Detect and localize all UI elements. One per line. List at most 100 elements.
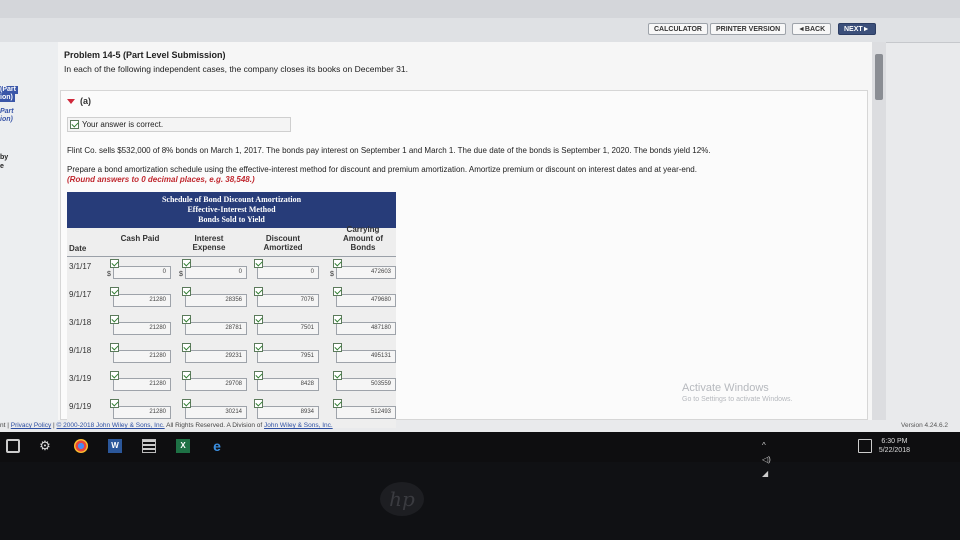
schedule-title: Schedule of Bond Discount Amortization E… [67,192,396,228]
carrying-amount-input[interactable]: 495131 [333,343,396,363]
check-icon [333,315,342,324]
carrying-amount-input[interactable]: 487180 [333,315,396,335]
copyright-link[interactable]: © 2000-2018 John Wiley & Sons, Inc. [57,422,165,429]
clock-date: 5/22/2018 [878,447,910,454]
calculator-icon[interactable] [142,439,156,453]
collapse-arrow-icon[interactable] [67,99,75,105]
cash-paid-input[interactable]: 21280 [110,371,171,391]
cash-paid-input[interactable]: 21280 [110,315,171,335]
windows-taskbar: ⚙ W X e ^ ◁) ◢ [0,432,960,478]
interest-expense-input[interactable]: 28356 [182,287,247,307]
instructions-text: Prepare a bond amortization schedule usi… [67,165,697,174]
check-icon [70,120,79,129]
version-label: Version 4.24.6.2 [901,422,948,429]
hp-logo: hp [380,482,424,516]
settings-gear-icon[interactable]: ⚙ [38,439,52,453]
check-icon [333,287,342,296]
row-date: 9/1/17 [69,290,92,299]
interest-expense-input[interactable]: 30214 [182,399,247,419]
carrying-amount-input[interactable]: 479680 [333,287,396,307]
system-clock[interactable]: 6:30 PM 5/22/2018 [879,437,910,455]
edge-icon[interactable]: e [210,439,224,453]
check-icon [333,399,342,408]
cash-paid-input[interactable]: 21280 [110,399,171,419]
next-button[interactable]: NEXT► [838,23,876,35]
cash-paid-input[interactable]: 21280 [110,287,171,307]
check-icon [110,259,119,268]
carrying-amount-input[interactable]: 512493 [333,399,396,419]
notification-icon[interactable] [858,439,872,453]
discount-amortized-input[interactable]: 8934 [254,399,319,419]
table-row: 3/1/17 $ 0 $ 0 0 $ 472603 [67,259,396,287]
cash-paid-input[interactable]: 21280 [110,343,171,363]
dollar-sign: $ [107,271,111,278]
check-icon [182,343,191,352]
interest-expense-input[interactable]: 28781 [182,315,247,335]
watermark-subtitle: Go to Settings to activate Windows. [682,396,793,403]
dollar-sign: $ [330,271,334,278]
word-icon[interactable]: W [108,439,122,453]
sidebar-item-part[interactable]: (Part [0,86,18,94]
watermark-title: Activate Windows [682,382,769,394]
row-date: 3/1/17 [69,262,92,271]
check-icon [182,315,191,324]
schedule-title-line-3: Bonds Sold to Yield [198,215,265,224]
check-icon [254,315,263,324]
sidebar-item-by: by [0,154,9,161]
carrying-amount-input[interactable]: 472603 [333,259,396,279]
check-icon [254,399,263,408]
check-icon [254,343,263,352]
activate-windows-watermark: Activate Windows Go to Settings to activ… [682,382,793,406]
discount-amortized-input[interactable]: 7076 [254,287,319,307]
row-date: 3/1/19 [69,374,92,383]
interest-expense-input[interactable]: 29708 [182,371,247,391]
schedule-title-line-1: Schedule of Bond Discount Amortization [161,195,302,204]
answer-status-text: Your answer is correct. [82,120,164,129]
footer-rights: All Rights Reserved. A Division of [166,422,263,429]
interest-expense-input[interactable]: 0 [182,259,247,279]
part-header[interactable]: (a) [67,96,91,106]
table-row: 3/1/19 21280 29708 8428 503559 [67,371,396,399]
check-icon [254,287,263,296]
back-button[interactable]: ◄BACK [792,23,832,35]
printer-version-button[interactable]: PRINTER VERSION [710,23,787,35]
part-label: (a) [80,96,91,106]
company-link[interactable]: John Wiley & Sons, Inc. [264,422,333,429]
interest-expense-input[interactable]: 29231 [182,343,247,363]
assignment-toolbar: CALCULATOR PRINTER VERSION ◄BACK NEXT► [0,18,960,43]
task-view-icon[interactable] [6,439,20,453]
check-icon [182,371,191,380]
answer-status: Your answer is correct. [67,117,291,132]
clock-time: 6:30 PM [881,438,908,445]
problem-title: Problem 14-5 (Part Level Submission) [64,50,226,60]
sidebar-item-e: e [0,163,4,170]
discount-amortized-input[interactable]: 0 [254,259,319,279]
excel-icon[interactable]: X [176,439,190,453]
tray-arrows-icon[interactable]: ^ ◁) ◢ [762,439,776,478]
sidebar-item-part-2[interactable]: Part [0,108,14,116]
check-icon [182,287,191,296]
amortization-table: Date Cash Paid Interest Expense Discount… [67,225,396,428]
carrying-amount-input[interactable]: 503559 [333,371,396,391]
question-text: Flint Co. sells $532,000 of 8% bonds on … [67,146,711,155]
page-scrollbar[interactable] [872,42,886,420]
check-icon [254,371,263,380]
discount-amortized-input[interactable]: 7951 [254,343,319,363]
sidebar-item-part-cont[interactable]: ion) [0,94,15,102]
discount-amortized-input[interactable]: 8428 [254,371,319,391]
calculator-button[interactable]: CALCULATOR [648,23,708,35]
privacy-policy-link[interactable]: Privacy Policy [11,422,51,429]
scrollbar-thumb[interactable] [875,54,883,100]
col-header-date: Date [69,244,87,253]
page-footer: nt | Privacy Policy | © 2000-2018 John W… [0,422,333,429]
dollar-sign: $ [179,271,183,278]
check-icon [333,343,342,352]
cash-paid-input[interactable]: 0 [110,259,171,279]
check-icon [110,399,119,408]
problem-content: Problem 14-5 (Part Level Submission) In … [58,42,872,428]
table-row: 9/1/17 21280 28356 7076 479680 [67,287,396,315]
discount-amortized-input[interactable]: 7501 [254,315,319,335]
sidebar-item-part-2-cont[interactable]: ion) [0,116,13,124]
chrome-icon[interactable] [74,439,88,453]
row-date: 3/1/18 [69,318,92,327]
